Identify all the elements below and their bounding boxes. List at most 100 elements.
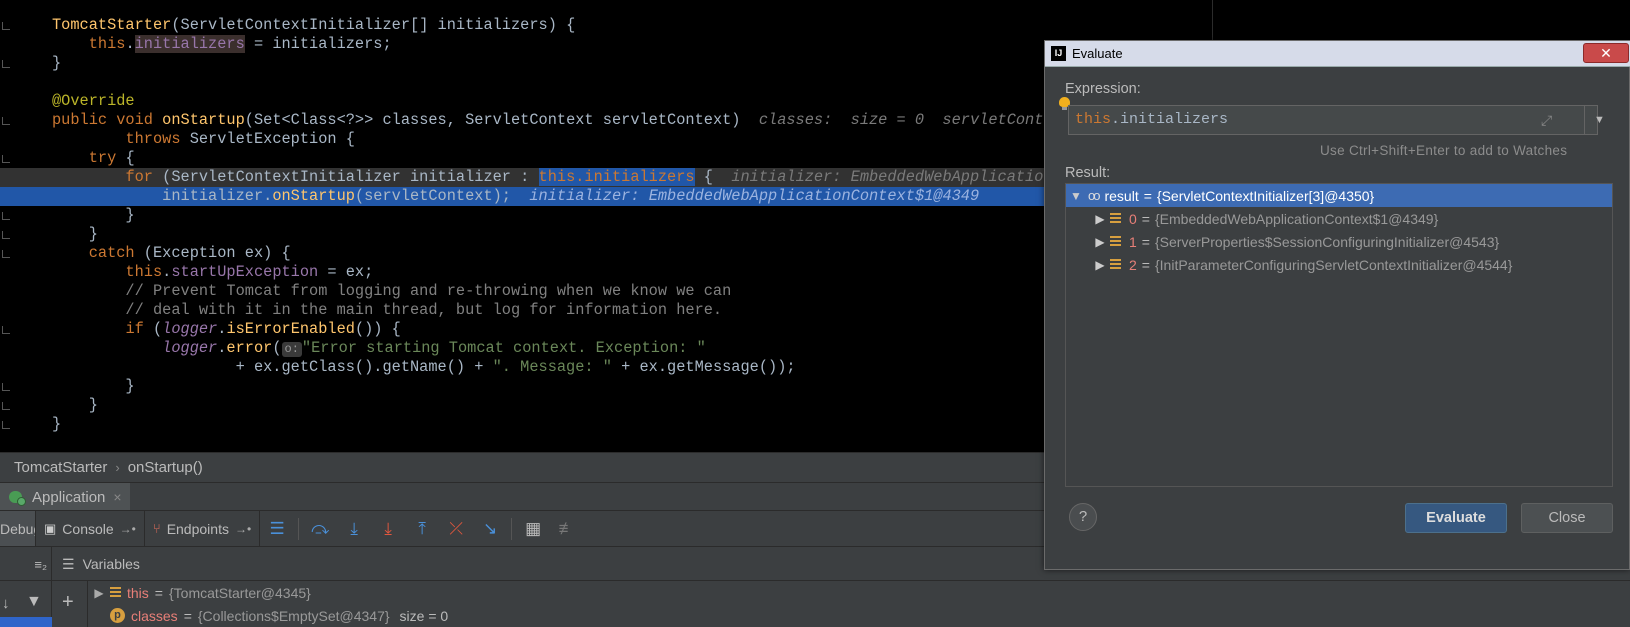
code-token: = ex; — [318, 263, 374, 281]
code-token: public void — [52, 111, 163, 129]
toolbar-separator — [511, 517, 513, 540]
result-item-row[interactable]: ▶ 0 = {EmbeddedWebApplicationContext$1@4… — [1066, 207, 1612, 230]
watch-hint: Use Ctrl+Shift+Enter to add to Watches — [1320, 143, 1568, 158]
code-token: isErrorEnabled — [226, 320, 355, 338]
expand-arrow-icon[interactable]: ▶ — [88, 586, 110, 600]
variable-value: {Collections$EmptySet@4347} — [197, 607, 390, 624]
code-token: error — [226, 339, 273, 357]
code-token: + ex.getClass().getName() + — [52, 358, 493, 376]
breadcrumb-separator-icon: › — [115, 460, 120, 475]
field-icon — [1110, 258, 1121, 271]
code-token: + ex.getMessage()); — [611, 358, 796, 376]
variable-row[interactable]: ▶ this = {TomcatStarter@4345} — [88, 581, 311, 604]
code-token: (servletContext); — [354, 187, 530, 205]
step-into-icon[interactable]: ⤓ — [337, 511, 371, 547]
code-token: throws — [125, 130, 190, 148]
code-line[interactable]: TomcatStarter(ServletContextInitializer[… — [0, 16, 1630, 35]
variable-row[interactable]: p classes = {Collections$EmptySet@4347} … — [88, 604, 448, 627]
expand-arrow-icon[interactable]: ▶ — [1090, 258, 1110, 272]
tab-debugger[interactable]: Debugger — [0, 510, 36, 547]
code-token: try — [88, 149, 126, 167]
dialog-title-bar[interactable]: IJ Evaluate ✕ — [1045, 41, 1630, 67]
show-execution-point-icon[interactable]: ☰ — [260, 511, 294, 547]
watch-glasses-icon: oo — [1088, 188, 1101, 203]
result-label: Result: — [1065, 165, 1111, 181]
add-watch-icon[interactable]: + — [62, 591, 74, 614]
trace-icon[interactable]: ≢ — [550, 511, 584, 547]
code-token: } — [52, 206, 135, 224]
code-token: (Set<Class<?>> classes, ServletContext s… — [244, 111, 759, 129]
code-token: (ServletContextInitializer[] initializer… — [171, 16, 576, 34]
variables-title: ☰ Variables — [62, 547, 140, 581]
result-root-row[interactable]: ▼ oo result = {ServletContextInitializer… — [1066, 184, 1612, 207]
step-out-icon[interactable]: ⤒ — [405, 511, 439, 547]
code-token: TomcatStarter — [52, 16, 172, 34]
variables-panel: ↓ ▼ + ▶ this = {TomcatStarter@4345} p cl… — [0, 580, 1630, 627]
expression-text: this.initializers — [1075, 106, 1228, 134]
evaluate-expression-icon[interactable]: ▦ — [516, 511, 550, 547]
result-item-row[interactable]: ▶ 2 = {InitParameterConfiguringServletCo… — [1066, 253, 1612, 276]
breadcrumb-class[interactable]: TomcatStarter — [14, 459, 107, 476]
result-tree[interactable]: ▼ oo result = {ServletContextInitializer… — [1065, 183, 1613, 487]
frames-header[interactable]: ≡₂ — [0, 547, 52, 581]
code-token: logger — [162, 320, 218, 338]
field-icon — [1110, 235, 1121, 248]
equals-sign: = — [1143, 187, 1152, 204]
frames-list[interactable]: ↓ ▼ — [0, 581, 52, 627]
equals-sign: = — [183, 607, 192, 624]
code-token: for — [125, 168, 163, 186]
evaluate-dialog: IJ Evaluate ✕ Expression: this.initializ… — [1044, 40, 1630, 570]
help-button[interactable]: ? — [1069, 503, 1097, 531]
drop-frame-icon[interactable]: ⤫ — [439, 511, 473, 547]
expand-icon[interactable]: ⤢ — [1541, 112, 1552, 129]
selected-frame[interactable] — [0, 617, 52, 627]
code-token: (ServletContextInitializer initializer : — [162, 168, 539, 186]
run-to-cursor-icon[interactable]: ↘ — [473, 511, 507, 547]
code-token: { — [125, 149, 135, 167]
result-item-index: 1 — [1129, 233, 1137, 250]
endpoints-icon: ⑂ — [152, 521, 161, 536]
close-button[interactable]: Close — [1521, 503, 1613, 533]
collapse-arrow-icon[interactable]: ▼ — [1066, 189, 1086, 203]
close-tab-icon[interactable]: × — [113, 489, 121, 505]
pin-icon[interactable]: →• — [120, 522, 136, 536]
intellij-logo-icon: IJ — [1051, 46, 1066, 61]
variables-title-label: Variables — [82, 556, 140, 572]
evaluate-button[interactable]: Evaluate — [1405, 503, 1507, 533]
dialog-title: Evaluate — [1072, 46, 1123, 61]
run-tab-application[interactable]: Application × — [0, 483, 130, 511]
pin-icon[interactable]: →• — [235, 522, 251, 536]
code-token: logger — [162, 339, 218, 357]
code-token: o: — [281, 342, 302, 357]
variable-extra: size = 0 — [399, 607, 449, 624]
breadcrumb-method[interactable]: onStartup() — [128, 459, 203, 476]
tab-console-label: Console — [62, 520, 114, 537]
tab-console[interactable]: ▣ Console →• — [36, 510, 145, 547]
force-step-into-icon[interactable]: ⤓ — [371, 511, 405, 547]
history-dropdown-icon[interactable]: ▼ — [1584, 106, 1614, 134]
equals-sign: = — [1141, 233, 1150, 250]
code-token: } — [52, 377, 135, 395]
expand-arrow-icon[interactable]: ▶ — [1090, 235, 1110, 249]
expression-input[interactable]: this.initializers ⤢ ▼ — [1068, 105, 1605, 135]
result-item-value: {ServerProperties$SessionConfiguringInit… — [1154, 233, 1500, 250]
arrow-down-icon[interactable]: ↓ — [2, 595, 10, 612]
code-token: "Error starting Tomcat context. Exceptio… — [301, 339, 706, 357]
dialog-close-icon[interactable]: ✕ — [1583, 43, 1629, 63]
tab-endpoints-label: Endpoints — [166, 520, 229, 537]
code-token: // Prevent Tomcat from logging and re-th… — [52, 282, 732, 300]
tab-endpoints[interactable]: ⑂ Endpoints →• — [145, 510, 261, 547]
result-item-row[interactable]: ▶ 1 = {ServerProperties$SessionConfiguri… — [1066, 230, 1612, 253]
equals-sign: = — [1141, 256, 1150, 273]
code-token: this.initializers — [538, 168, 695, 186]
variable-value: {TomcatStarter@4345} — [168, 584, 311, 601]
code-token: ( — [152, 320, 163, 338]
filter-icon[interactable]: ▼ — [26, 593, 42, 611]
step-over-icon[interactable]: ⤼ — [303, 511, 337, 547]
code-token: . — [125, 35, 135, 53]
expand-arrow-icon[interactable]: ▶ — [1090, 212, 1110, 226]
